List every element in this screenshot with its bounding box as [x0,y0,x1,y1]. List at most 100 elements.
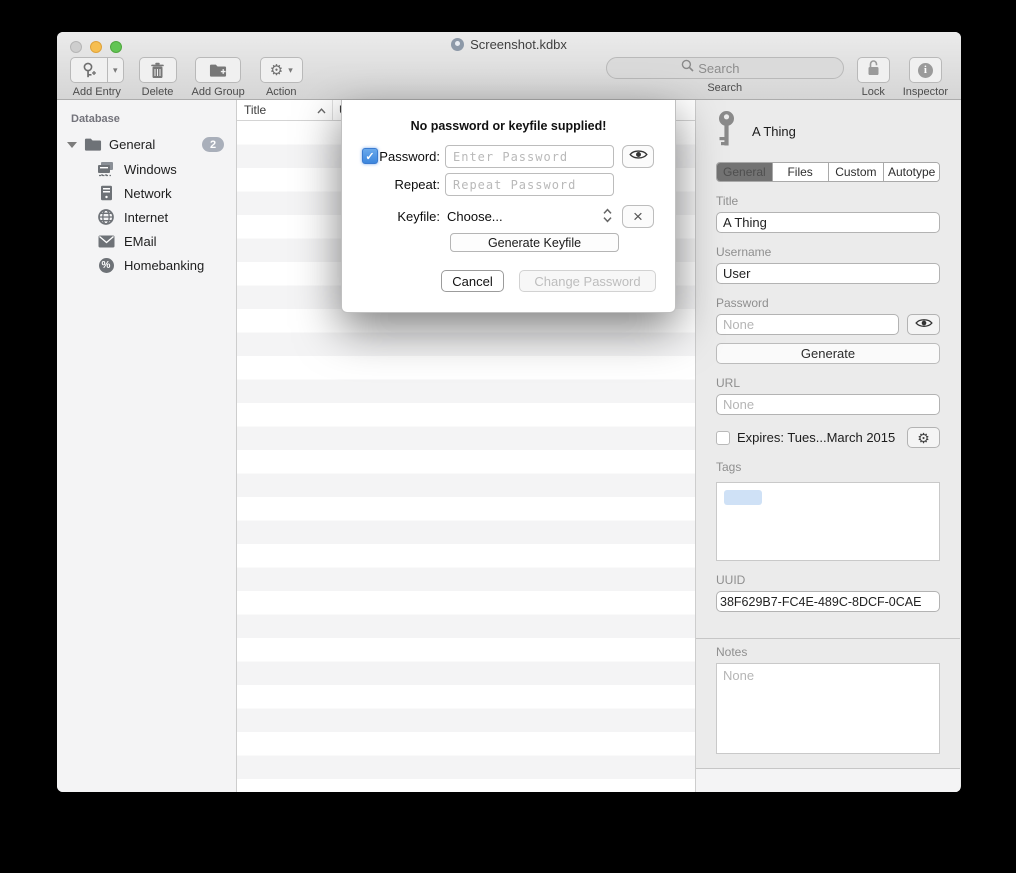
document-icon [451,38,464,51]
inspector-footer [696,768,960,792]
uuid-label: UUID [716,573,940,587]
search-input[interactable] [698,61,768,76]
dialog-password-label: Password: [362,149,445,164]
eye-icon [915,316,933,334]
server-icon [97,185,115,201]
gear-icon: ⚙ [270,63,283,78]
delete-group: Delete [139,57,177,98]
key-plus-icon [80,62,98,78]
tag-token[interactable] [724,490,762,505]
action-label: Action [266,86,297,98]
sidebar-item-windows[interactable]: Windows [57,157,236,181]
delete-button[interactable] [139,57,177,83]
sidebar-item-label: Network [124,186,172,201]
tab-custom[interactable]: Custom [828,163,884,181]
url-field-label: URL [716,376,940,390]
add-entry-group: ▾ Add Entry [70,57,124,98]
search-group: Search [606,57,844,98]
delete-label: Delete [142,86,174,98]
inspector-tabs: General Files Custom Autotype [716,162,940,182]
add-group-button[interactable] [195,57,241,83]
action-button[interactable]: ⚙ ▾ [260,57,303,83]
expires-row: Expires: Tues...March 2015 ⚙ [716,427,940,448]
sidebar-item-general[interactable]: General 2 [57,132,236,157]
add-group-label: Add Group [192,86,245,98]
username-field[interactable] [716,263,940,284]
sidebar-item-network[interactable]: Network [57,181,236,205]
section-divider [696,638,960,639]
notes-label: Notes [716,645,940,659]
window-chrome: Screenshot.kdbx ▾ Add Entry [57,32,961,100]
generate-password-button[interactable]: Generate [716,343,940,364]
sidebar: Database General 2 Windows Network [57,100,237,792]
notes-field[interactable] [716,663,940,754]
show-password-button[interactable] [907,314,940,335]
unlocked-padlock-icon [866,59,881,81]
expires-label: Expires: Tues...March 2015 [737,430,900,445]
sidebar-item-homebanking[interactable]: % Homebanking [57,253,236,277]
sort-ascending-icon [317,103,326,117]
reveal-password-button[interactable] [622,145,654,168]
inspector-button[interactable]: i [909,57,942,83]
lock-button[interactable] [857,57,890,83]
inspector-header: A Thing [716,110,940,152]
clear-keyfile-button[interactable]: × [622,205,654,228]
enter-password-input[interactable] [445,145,614,168]
generate-keyfile-button[interactable]: Generate Keyfile [450,233,619,252]
window-titlebar: Screenshot.kdbx [57,37,961,52]
globe-icon [97,209,115,225]
dialog-keyfile-label: Keyfile: [362,209,445,224]
windows-network-icon [97,161,115,177]
search-field[interactable] [606,57,844,79]
tags-label: Tags [716,460,940,474]
tab-autotype[interactable]: Autotype [883,163,939,181]
dropdown-arrow-icon: ▾ [113,66,118,75]
tab-files[interactable]: Files [772,163,828,181]
sidebar-section-header: Database [71,113,236,125]
cancel-button[interactable]: Cancel [441,270,504,292]
add-group-group: Add Group [192,57,245,98]
search-label: Search [707,82,742,94]
change-password-sheet: No password or keyfile supplied! ✓ Passw… [341,100,676,313]
inspector-group: i Inspector [903,57,948,98]
entry-count-badge: 2 [202,137,224,152]
sidebar-item-label: Windows [124,162,177,177]
add-entry-label: Add Entry [73,86,121,98]
key-icon [716,110,737,153]
sidebar-item-email[interactable]: EMail [57,229,236,253]
clear-x-icon: × [633,208,643,225]
tab-general[interactable]: General [717,163,772,181]
action-group: ⚙ ▾ Action [260,57,303,98]
uuid-field[interactable] [716,591,940,612]
folder-plus-icon [209,62,227,78]
inspector-label: Inspector [903,86,948,98]
folder-icon [84,137,102,153]
expires-checkbox[interactable] [716,431,730,445]
search-icon [681,59,694,77]
add-entry-button[interactable] [70,57,108,83]
keyfile-popup-value: Choose... [447,209,503,224]
tags-field[interactable] [716,482,940,561]
window-title: Screenshot.kdbx [470,37,567,52]
column-header-title[interactable]: Title [237,100,333,120]
title-field-label: Title [716,194,940,208]
sidebar-item-label: Internet [124,210,168,225]
disclosure-triangle-icon[interactable] [67,142,77,148]
change-password-button[interactable]: Change Password [519,270,656,292]
sidebar-item-internet[interactable]: Internet [57,205,236,229]
lock-group: Lock [857,57,890,98]
url-field[interactable] [716,394,940,415]
expires-settings-button[interactable]: ⚙ [907,427,940,448]
gear-icon: ⚙ [917,431,930,445]
sidebar-item-label: General [109,137,155,152]
lock-label: Lock [862,86,885,98]
title-field[interactable] [716,212,940,233]
keyfile-popup[interactable]: Choose... [445,208,614,226]
info-icon: i [918,63,933,78]
stepper-icon [603,208,612,226]
add-entry-dropdown-button[interactable]: ▾ [108,57,124,83]
chevron-down-icon: ▾ [288,66,293,75]
password-field[interactable] [716,314,899,335]
dialog-repeat-label: Repeat: [362,177,445,192]
repeat-password-input[interactable] [445,173,614,196]
